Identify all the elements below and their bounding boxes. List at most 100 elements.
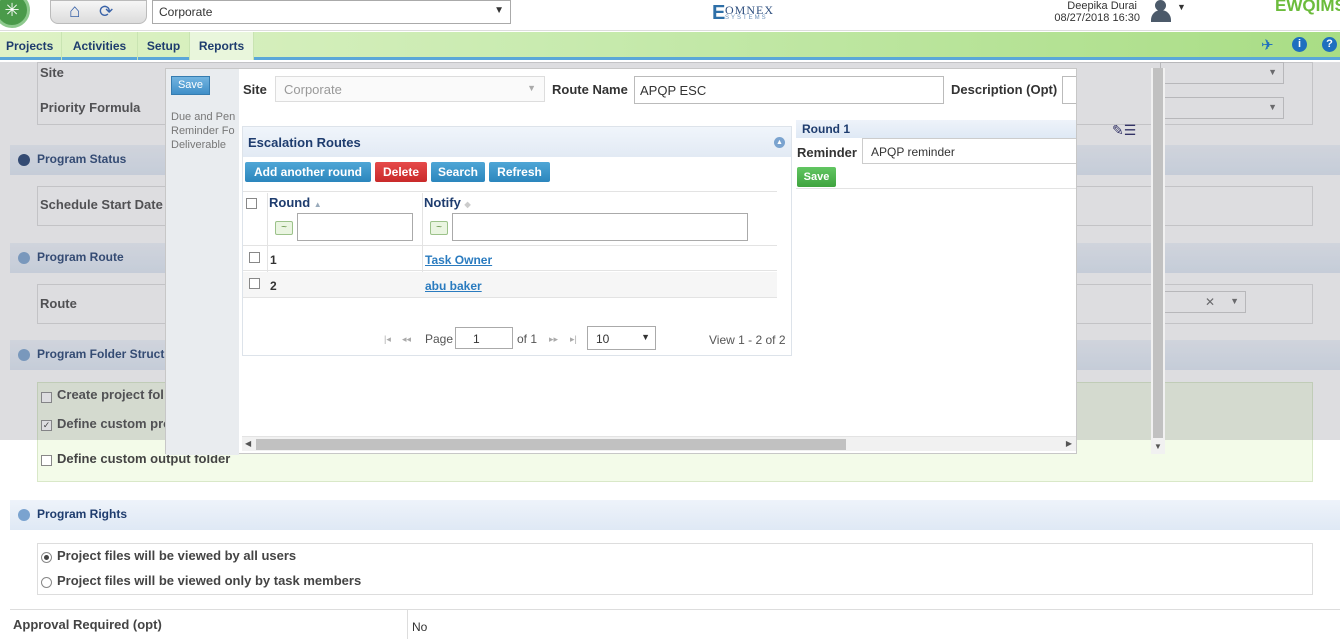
site-select[interactable]: Corporate ▼: [152, 0, 511, 24]
round-filter-input[interactable]: [297, 213, 413, 241]
vertical-scrollbar[interactable]: ▼: [1151, 68, 1165, 454]
description-input[interactable]: [1062, 76, 1076, 104]
user-name: Deepika Durai: [1067, 0, 1137, 12]
avatar-body: [1151, 10, 1171, 22]
first-page-icon[interactable]: |◂: [384, 334, 391, 345]
user-menu-caret-icon[interactable]: ▼: [1177, 2, 1186, 12]
route-name-label: Route Name: [552, 82, 628, 97]
sort-icon[interactable]: ▲: [314, 200, 322, 209]
reminder-label: Reminder: [797, 145, 857, 160]
scroll-right-icon[interactable]: ▶: [1066, 439, 1072, 448]
chevron-down-icon: ▼: [641, 332, 650, 342]
divider: [243, 191, 777, 192]
description-label: Description (Opt): [951, 82, 1058, 97]
row-checkbox[interactable]: [249, 252, 260, 263]
round-filter-op[interactable]: ~: [275, 221, 293, 235]
modal-site-value: Corporate: [284, 82, 342, 97]
info-icon[interactable]: i: [1292, 37, 1307, 52]
round-panel-header: Round 1: [796, 120, 1076, 138]
table-row[interactable]: 2 abu baker: [243, 272, 777, 298]
collapse-icon[interactable]: [18, 509, 30, 521]
edit-list-icon[interactable]: ✎☰: [1112, 122, 1144, 138]
modal-site-select[interactable]: Corporate ▼: [275, 76, 545, 102]
page-count: of 1: [517, 332, 538, 346]
divider: [10, 609, 1340, 610]
approval-required-value: No: [412, 620, 428, 634]
left-label: Due and Pen: [171, 111, 236, 123]
left-label: Deliverable: [171, 139, 227, 151]
rows-per-page-value: 10: [596, 332, 610, 346]
refresh-icon[interactable]: ⟳: [99, 2, 113, 22]
nav-setup[interactable]: Setup: [138, 32, 190, 60]
row-checkbox[interactable]: [249, 278, 260, 289]
add-round-button[interactable]: Add another round: [245, 162, 371, 182]
rights-task-members-label: Project files will be viewed only by tas…: [57, 573, 362, 588]
omnex-logo-tagline: SYSTEMS: [725, 15, 768, 21]
page-label: Page: [425, 332, 454, 346]
column-header-round[interactable]: Round ▲: [269, 195, 322, 210]
modal-site-label: Site: [243, 82, 267, 97]
scroll-left-icon[interactable]: ◀: [245, 439, 251, 448]
round-cell: 2: [270, 279, 277, 293]
refresh-button[interactable]: Refresh: [489, 162, 550, 182]
scroll-down-icon[interactable]: ▼: [1154, 442, 1162, 451]
last-page-icon[interactable]: ▸|: [570, 334, 577, 345]
rights-task-members-radio[interactable]: [41, 577, 52, 588]
column-header-notify[interactable]: Notify ◆: [424, 195, 471, 210]
home-refresh-group: ⌂ ⟳: [50, 0, 147, 24]
section-title: Program Rights: [37, 507, 128, 521]
escalation-routes-grid: Escalation Routes ▲ Add another round De…: [242, 126, 792, 356]
modal-left-strip: Save Due and Pen Reminder Fo Deliverable: [166, 69, 239, 455]
chevron-down-icon: ▼: [527, 83, 536, 93]
rights-all-users-label: Project files will be viewed by all user…: [57, 548, 297, 563]
nav-activities[interactable]: Activities: [62, 32, 138, 60]
table-row[interactable]: 1 Task Owner: [243, 245, 777, 271]
notify-filter-input[interactable]: [452, 213, 748, 241]
prev-page-icon[interactable]: ◂◂: [402, 334, 411, 345]
route-name-input[interactable]: APQP ESC: [634, 76, 944, 104]
main-nav: Projects Activities Setup Reports: [0, 32, 1340, 60]
divider: [407, 610, 408, 639]
site-select-value: Corporate: [159, 5, 213, 19]
left-label: Reminder Fo: [171, 125, 235, 137]
column-label: Notify: [424, 195, 461, 210]
save-button[interactable]: Save: [171, 76, 210, 95]
notify-link[interactable]: abu baker: [425, 279, 482, 293]
horizontal-scrollbar[interactable]: ◀ ▶: [242, 436, 1076, 451]
home-icon[interactable]: ⌂: [69, 1, 80, 23]
approval-required-label: Approval Required (opt): [13, 617, 162, 632]
chevron-down-icon: ▼: [494, 5, 504, 16]
pin-icon[interactable]: ✈: [1261, 36, 1274, 54]
next-page-icon[interactable]: ▸▸: [549, 334, 558, 345]
grid-pager: |◂ ◂◂ Page 1 of 1 ▸▸ ▸| 10 ▼ View 1 - 2 …: [243, 323, 791, 357]
scroll-thumb[interactable]: [256, 439, 846, 450]
ewqims-logo: EWQIMS: [1275, 0, 1340, 15]
view-range: View 1 - 2 of 2: [709, 333, 786, 347]
select-all-checkbox[interactable]: [246, 198, 257, 209]
program-rights-section[interactable]: Program Rights: [10, 500, 1340, 530]
scroll-thumb[interactable]: [1153, 68, 1163, 438]
notify-link[interactable]: Task Owner: [425, 253, 492, 267]
round-title: Round 1: [802, 122, 850, 136]
grid-header: Escalation Routes ▲: [243, 127, 791, 157]
reminder-input[interactable]: APQP reminder: [862, 138, 1076, 164]
nav-projects[interactable]: Projects: [0, 32, 62, 60]
avatar[interactable]: [1150, 0, 1172, 22]
page-number-input[interactable]: 1: [455, 327, 513, 349]
rights-all-users-radio[interactable]: [41, 552, 52, 563]
define-custom-output-checkbox[interactable]: [41, 455, 52, 466]
collapse-icon[interactable]: ▲: [774, 137, 785, 148]
divider: [796, 188, 1076, 189]
user-datetime: 08/27/2018 16:30: [1054, 12, 1140, 24]
column-label: Round: [269, 195, 311, 210]
rows-per-page-select[interactable]: 10 ▼: [587, 326, 656, 350]
delete-button[interactable]: Delete: [375, 162, 427, 182]
nav-reports[interactable]: Reports: [190, 32, 254, 60]
search-button[interactable]: Search: [431, 162, 485, 182]
grid-title: Escalation Routes: [248, 135, 361, 150]
notify-filter-op[interactable]: ~: [430, 221, 448, 235]
sort-icon[interactable]: ◆: [464, 200, 470, 209]
round-save-button[interactable]: Save: [797, 167, 836, 187]
round-cell: 1: [270, 253, 277, 267]
help-icon[interactable]: ?: [1322, 37, 1337, 52]
